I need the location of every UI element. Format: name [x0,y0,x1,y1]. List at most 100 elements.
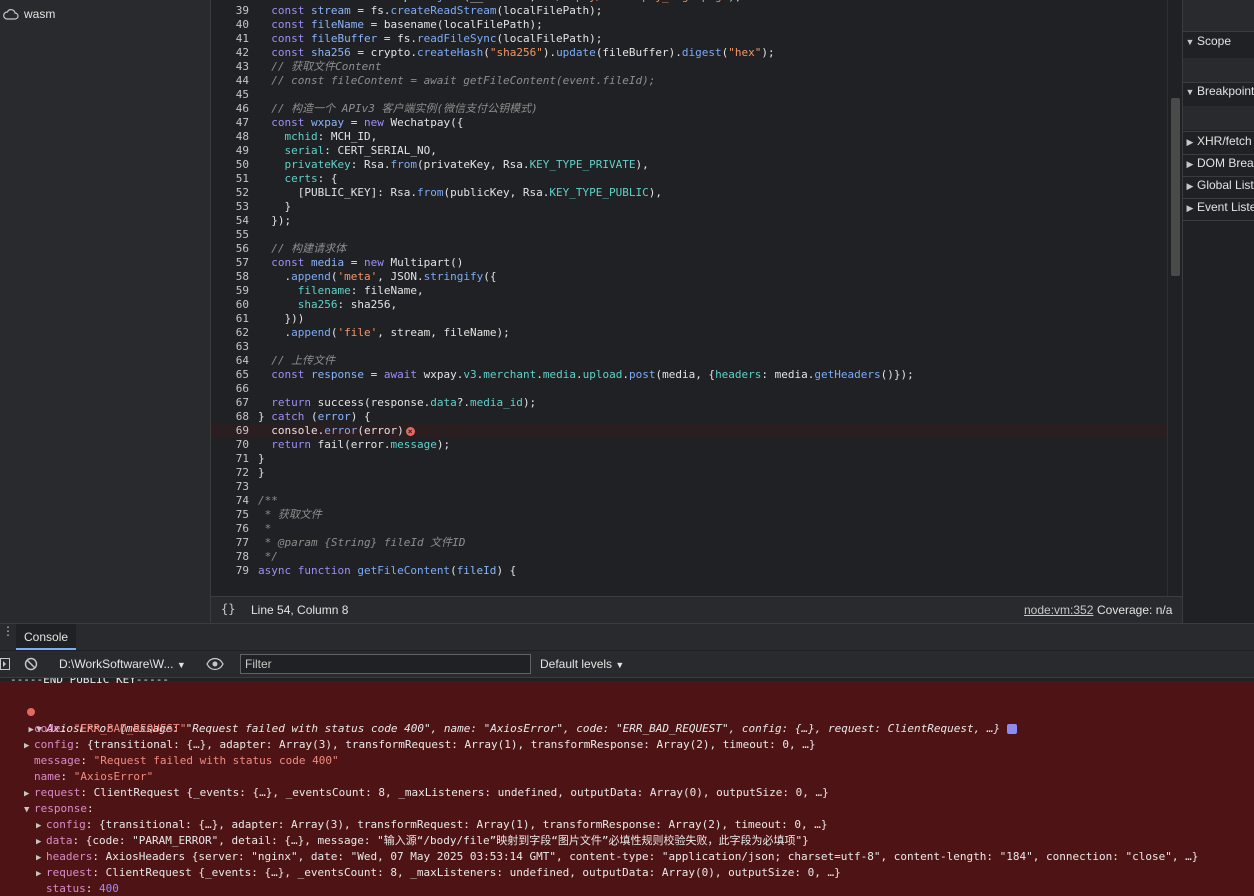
line-number[interactable]: 68 [211,410,249,424]
line-number[interactable]: 56 [211,242,249,256]
code-line[interactable]: 69 console.error(error) × [211,424,1168,438]
code-line[interactable]: 62 .append('file', stream, fileName); [211,326,1168,340]
line-number[interactable]: 71 [211,452,249,466]
property-row[interactable]: ▶ data: {code: "PARAM_ERROR", detail: {…}… [36,833,809,849]
line-number[interactable]: 49 [211,144,249,158]
expand-arrow-icon[interactable]: ▶ [24,786,34,802]
expand-arrow-icon[interactable]: ▶ [36,850,46,866]
code-line[interactable]: 70 return fail(error.message); [211,438,1168,452]
line-number[interactable]: 66 [211,382,249,396]
console-message-row[interactable]: ▶ [0,689,39,735]
line-number[interactable]: 62 [211,326,249,340]
code-line[interactable]: 39 const stream = fs.createReadStream(lo… [211,4,1168,18]
expand-arrow-icon[interactable]: ▶ [24,738,34,754]
section-global-listeners[interactable]: ▶Global Listeners [1183,178,1254,200]
eye-icon[interactable] [206,657,224,671]
code-line[interactable]: 61 })) [211,312,1168,326]
code-line[interactable]: 78 */ [211,550,1168,564]
line-number[interactable]: 44 [211,74,249,88]
line-number[interactable]: 76 [211,522,249,536]
code-line[interactable]: 54 }); [211,214,1168,228]
nav-item-wasm[interactable]: wasm [3,6,55,22]
line-number[interactable]: 69 [211,424,249,438]
property-row[interactable]: ▶ request: ClientRequest {_events: {…}, _… [24,785,829,801]
line-number[interactable]: 73 [211,480,249,494]
line-number[interactable]: 60 [211,298,249,312]
property-row[interactable]: ▶ request: ClientRequest {_events: {…}, _… [36,865,841,881]
line-number[interactable]: 74 [211,494,249,508]
expand-arrow-icon[interactable]: ▶ [36,818,46,834]
line-number[interactable]: 51 [211,172,249,186]
code-line[interactable]: 63 [211,340,1168,354]
context-selector[interactable]: D:\WorkSoftware\W... ▼ [59,657,186,671]
line-number[interactable]: 54 [211,214,249,228]
line-number[interactable]: 78 [211,550,249,564]
code-line[interactable]: 66 [211,382,1168,396]
line-number[interactable]: 48 [211,130,249,144]
section-dom-breakpoints[interactable]: ▶DOM Breakpoints [1183,156,1254,178]
line-number[interactable]: 47 [211,116,249,130]
tab-console[interactable]: Console [16,624,77,650]
line-number[interactable]: 45 [211,88,249,102]
log-levels-dropdown[interactable]: Default levels ▼ [540,657,624,671]
line-number[interactable]: 79 [211,564,249,578]
code-line[interactable]: 74 /** [211,494,1168,508]
code-line[interactable]: 47 const wxpay = new Wechatpay({ [211,116,1168,130]
filter-input[interactable] [240,654,531,674]
code-line[interactable]: 49 serial: CERT_SERIAL_NO, [211,144,1168,158]
code-line[interactable]: 65 const response = await wxpay.v3.merch… [211,368,1168,382]
line-number[interactable]: 55 [211,228,249,242]
scrollbar-thumb[interactable] [1171,98,1180,276]
code-line[interactable]: 45 [211,88,1168,102]
code-line[interactable]: 64 // 上传文件 [211,354,1168,368]
line-number[interactable]: 72 [211,466,249,480]
line-number[interactable]: 53 [211,200,249,214]
line-number[interactable]: 65 [211,368,249,382]
line-number[interactable]: 64 [211,354,249,368]
source-link[interactable]: node:vm:352 [1024,603,1093,617]
line-number[interactable]: 39 [211,4,249,18]
code-line[interactable]: 76 * [211,522,1168,536]
line-number[interactable]: 58 [211,270,249,284]
code-line[interactable]: 51 certs: { [211,172,1168,186]
line-number[interactable]: 42 [211,46,249,60]
expanded-arrow-icon[interactable]: ▼ [24,802,34,818]
code-line[interactable]: 73 [211,480,1168,494]
property-row[interactable]: ▶ config: {transitional: {…}, adapter: Ar… [36,817,827,833]
section-breakpoints[interactable]: ▼Breakpoints [1183,84,1254,106]
line-number[interactable]: 59 [211,284,249,298]
line-number[interactable]: 41 [211,32,249,46]
more-tabs-icon[interactable]: ⋮ [2,625,14,637]
line-number[interactable]: 46 [211,102,249,116]
code-line[interactable]: 42 const sha256 = crypto.createHash("sha… [211,46,1168,60]
code-line[interactable]: 43 // 获取文件Content [211,60,1168,74]
line-number[interactable]: 70 [211,438,249,452]
line-number[interactable]: 77 [211,536,249,550]
line-number[interactable]: 57 [211,256,249,270]
code-line[interactable]: 44 // const fileContent = await getFileC… [211,74,1168,88]
code-line[interactable]: 40 const fileName = basename(localFilePa… [211,18,1168,32]
line-number[interactable]: 50 [211,158,249,172]
code-line[interactable]: 41 const fileBuffer = fs.readFileSync(lo… [211,32,1168,46]
expand-arrow-icon[interactable]: ▶ [36,866,46,882]
code-line[interactable]: 58 .append('meta', JSON.stringify({ [211,270,1168,284]
error-object-header[interactable]: ▼ AxiosError {message: "Request failed wi… [10,705,1017,735]
code-line[interactable]: 68} catch (error) { [211,410,1168,424]
code-line[interactable]: 77 * @param {String} fileId 文件ID [211,536,1168,550]
code-line[interactable]: 75 * 获取文件 [211,508,1168,522]
code-line[interactable]: 72} [211,466,1168,480]
code-line[interactable]: 52 [PUBLIC_KEY]: Rsa.from(publicKey, Rsa… [211,186,1168,200]
section-event-listener-breakpoints[interactable]: ▶Event Listener Breakpoints [1183,200,1254,222]
code-line[interactable]: 48 mchid: MCH_ID, [211,130,1168,144]
line-number[interactable]: 40 [211,18,249,32]
code-line[interactable]: 46 // 构造一个 APIv3 客户端实例(微信支付公钥模式) [211,102,1168,116]
code-line[interactable]: 50 privateKey: Rsa.from(privateKey, Rsa.… [211,158,1168,172]
line-number[interactable]: 43 [211,60,249,74]
code-line[interactable]: 67 return success(response.data?.media_i… [211,396,1168,410]
sidebar-toggle-icon[interactable] [0,658,10,670]
line-number[interactable]: 52 [211,186,249,200]
line-number[interactable]: 67 [211,396,249,410]
section-xhr-breakpoints[interactable]: ▶XHR/fetch Breakpoints [1183,134,1254,156]
code-line[interactable]: 71} [211,452,1168,466]
error-marker-icon[interactable]: × [405,426,415,436]
